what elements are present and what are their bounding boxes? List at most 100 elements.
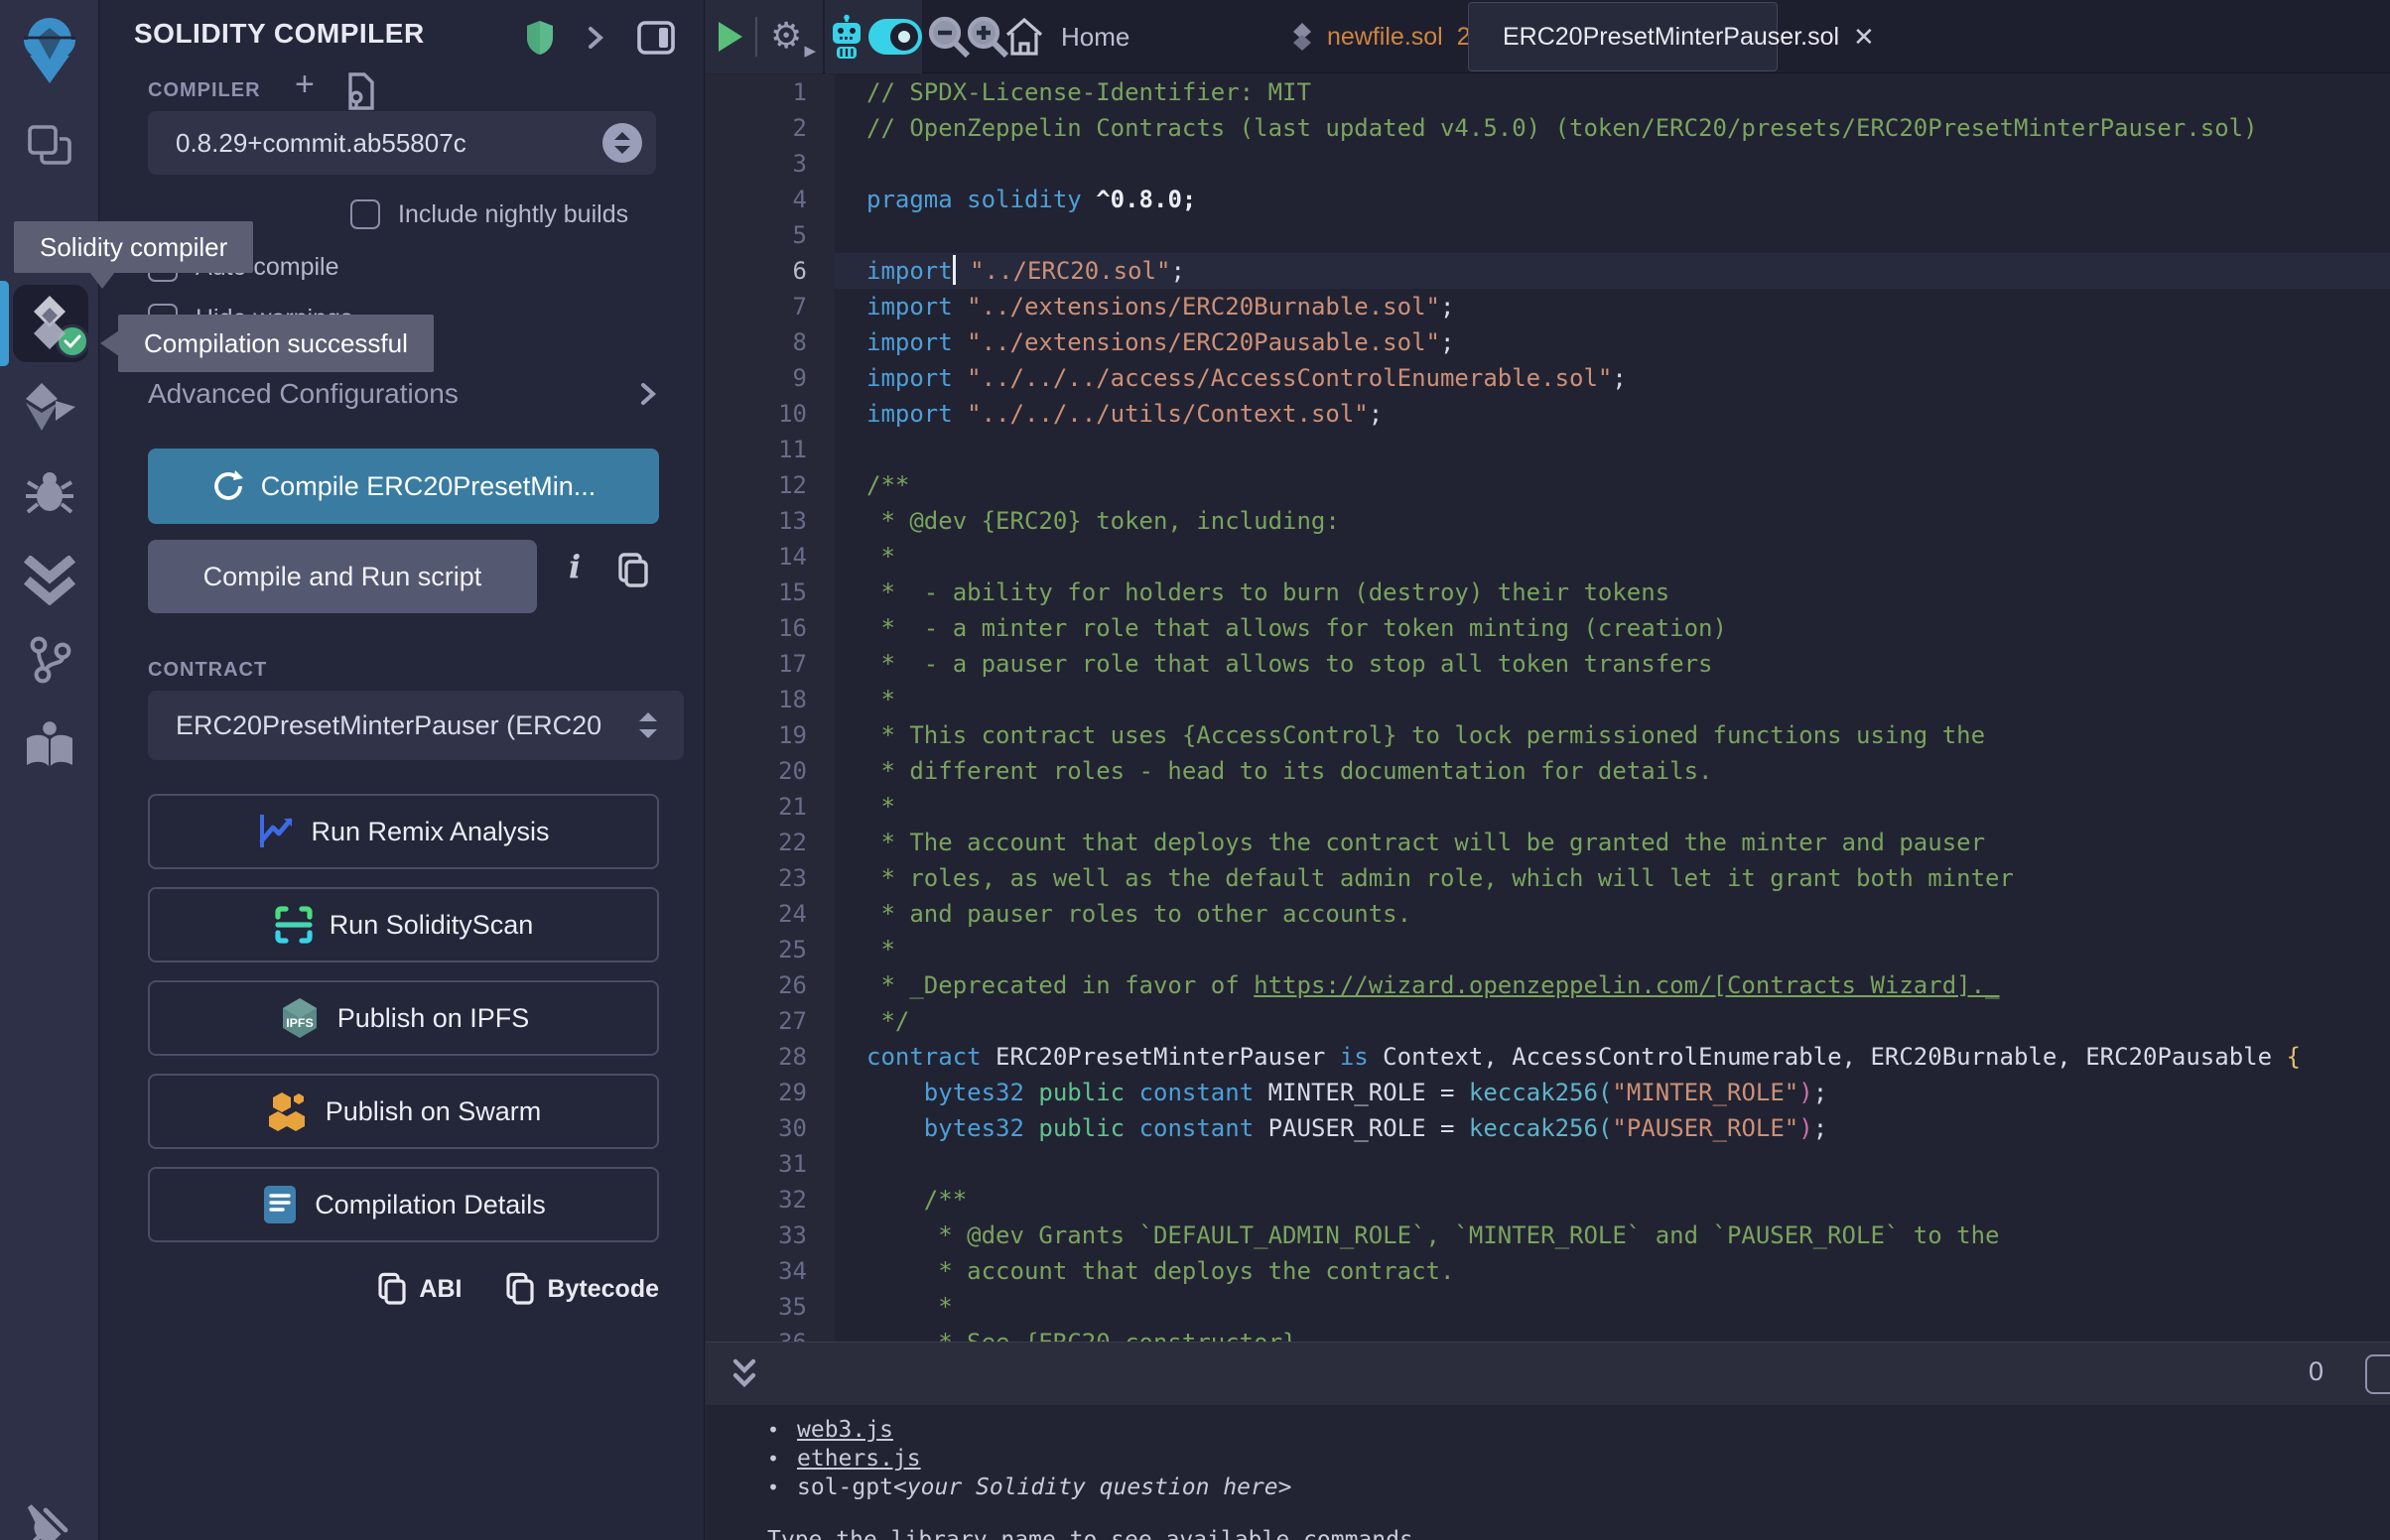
publish-swarm-button[interactable]: Publish on Swarm [148,1074,659,1149]
code-token: * [866,936,895,963]
unit-testing-icon[interactable] [0,556,99,605]
code-line[interactable]: * The account that deploys the contract … [866,825,2390,860]
code-line[interactable]: contract ERC20PresetMinterPauser is Cont… [866,1039,2390,1075]
ethersjs-link[interactable]: ethers.js [797,1445,921,1474]
terminal-row: • sol-gpt <your Solidity question here> [767,1474,2390,1502]
code-line[interactable]: // OpenZeppelin Contracts (last updated … [866,110,2390,146]
code-line[interactable]: */ [866,1003,2390,1039]
line-number: 6 [706,253,807,289]
code-token: * different roles - head to its document… [866,757,1713,785]
line-number: 7 [706,289,807,324]
sidebar-tooltip: Solidity compiler [14,221,253,273]
code-line[interactable]: bytes32 public constant MINTER_ROLE = ke… [866,1075,2390,1110]
code-line[interactable] [866,217,2390,253]
compile-button[interactable]: Compile ERC20PresetMin... [148,449,659,524]
code-token [953,364,967,392]
pin-panel-icon[interactable] [636,20,676,56]
debugger-icon[interactable] [0,468,99,518]
solidity-compiler-icon[interactable] [0,294,99,353]
code-line[interactable]: * @dev Grants `DEFAULT_ADMIN_ROLE`, `MIN… [866,1218,2390,1253]
terminal-content[interactable]: • web3.js • ethers.js • sol-gpt <your So… [706,1406,2390,1540]
contract-select[interactable]: ERC20PresetMinterPauser (ERC20 [148,691,684,760]
home-tab-label: Home [1061,22,1129,53]
terminal-listen-checkbox[interactable] [2365,1354,2390,1394]
code-line[interactable]: import "../../../access/AccessControlEnu… [866,360,2390,396]
code-line[interactable]: * different roles - head to its document… [866,753,2390,789]
code-line[interactable]: * [866,1289,2390,1325]
plugin-manager-icon[interactable] [0,1498,99,1540]
code-line[interactable]: * @dev {ERC20} token, including: [866,503,2390,539]
deploy-run-icon[interactable] [0,381,99,433]
code-line[interactable]: pragma solidity ^0.8.0; [866,182,2390,217]
code-line[interactable]: * roles, as well as the default admin ro… [866,860,2390,896]
code-line[interactable] [866,432,2390,467]
file-explorer-icon[interactable] [0,121,99,173]
code-token: https://wizard.openzeppelin.com/[Contrac… [1254,971,1999,999]
remix-ai-robot-icon[interactable] [825,14,868,60]
code-line[interactable]: // SPDX-License-Identifier: MIT [866,74,2390,110]
code-line[interactable]: /** [866,467,2390,503]
code-token [1024,1079,1038,1106]
analysis-chart-icon [257,813,295,850]
info-icon[interactable]: i [569,548,581,585]
code-line[interactable]: * [866,789,2390,825]
compiler-license-icon[interactable] [342,71,378,111]
copy-bytecode-button[interactable]: Bytecode [505,1272,659,1306]
terminal-expand-icon[interactable] [728,1356,761,1392]
code-line[interactable] [866,1146,2390,1182]
code-line[interactable]: import "../extensions/ERC20Burnable.sol"… [866,289,2390,324]
code-editor[interactable]: 1234567891011121314151617181920212223242… [706,74,2390,1342]
tab-erc20presetminterpauser[interactable]: ERC20PresetMinterPauser.sol ✕ [1468,2,1778,71]
web3js-link[interactable]: web3.js [797,1416,893,1445]
run-script-config-icon[interactable]: ⚙▶ [770,15,810,59]
compilation-details-button[interactable]: Compilation Details [148,1167,659,1242]
code-token: * - a pauser role that allows to stop al… [866,650,1713,678]
copy-abi-button[interactable]: ABI [377,1272,462,1306]
compiler-version-select[interactable]: 0.8.29+commit.ab55807c [148,111,656,175]
expand-chevron-icon[interactable] [585,21,606,55]
remix-logo-icon[interactable] [0,12,99,87]
run-solidityscan-button[interactable]: Run SolidityScan [148,887,659,962]
copy-script-icon[interactable] [616,552,650,589]
git-icon[interactable] [0,635,99,685]
ai-copilot-toggle[interactable] [868,19,922,55]
code-line[interactable]: * - a pauser role that allows to stop al… [866,646,2390,682]
code-line[interactable] [866,146,2390,182]
code-token: /** [866,1186,967,1214]
code-line[interactable]: * See {ERC20-constructor}. [866,1325,2390,1342]
terminal-footer-hint: Type the library name to see available c… [767,1526,2390,1540]
learneth-icon[interactable] [0,720,99,770]
advanced-configurations-toggle[interactable]: Advanced Configurations [148,377,659,411]
code-line[interactable]: * and pauser roles to other accounts. [866,896,2390,932]
code-token: * This contract uses {AccessControl} to … [866,721,1985,749]
code-line[interactable]: * - ability for holders to burn (destroy… [866,575,2390,610]
play-button[interactable] [719,22,742,52]
publish-ipfs-button[interactable]: IPFS Publish on IPFS [148,980,659,1056]
code-line[interactable]: * [866,682,2390,717]
code-line[interactable]: * This contract uses {AccessControl} to … [866,717,2390,753]
add-compiler-icon[interactable]: + [295,65,315,104]
close-tab-icon[interactable]: ✕ [1853,22,1875,53]
code-line[interactable]: bytes32 public constant PAUSER_ROLE = ke… [866,1110,2390,1146]
code-line[interactable]: * [866,539,2390,575]
copy-icon [377,1272,407,1306]
code-line[interactable]: import "../../../utils/Context.sol"; [866,396,2390,432]
code-token: // OpenZeppelin Contracts (last updated … [866,114,2258,142]
line-number: 17 [706,646,807,682]
include-nightly-checkbox[interactable] [350,199,380,229]
code-line[interactable]: * _Deprecated in favor of https://wizard… [866,967,2390,1003]
code-line[interactable]: * [866,932,2390,967]
tab-home[interactable]: Home [1003,0,1129,73]
compiler-version-value: 0.8.29+commit.ab55807c [148,128,602,159]
code-line[interactable]: * account that deploys the contract. [866,1253,2390,1289]
tab-newfile[interactable]: newfile.sol 2 [1291,0,1471,73]
code-line[interactable]: /** [866,1182,2390,1218]
code-line[interactable]: import "../ERC20.sol"; [835,253,2390,289]
compile-and-run-button[interactable]: Compile and Run script [148,540,537,613]
line-number: 22 [706,825,807,860]
code-line[interactable]: import "../extensions/ERC20Pausable.sol"… [866,324,2390,360]
run-remix-analysis-button[interactable]: Run Remix Analysis [148,794,659,869]
line-number: 23 [706,860,807,896]
shield-icon[interactable] [525,20,555,56]
code-line[interactable]: * - a minter role that allows for token … [866,610,2390,646]
